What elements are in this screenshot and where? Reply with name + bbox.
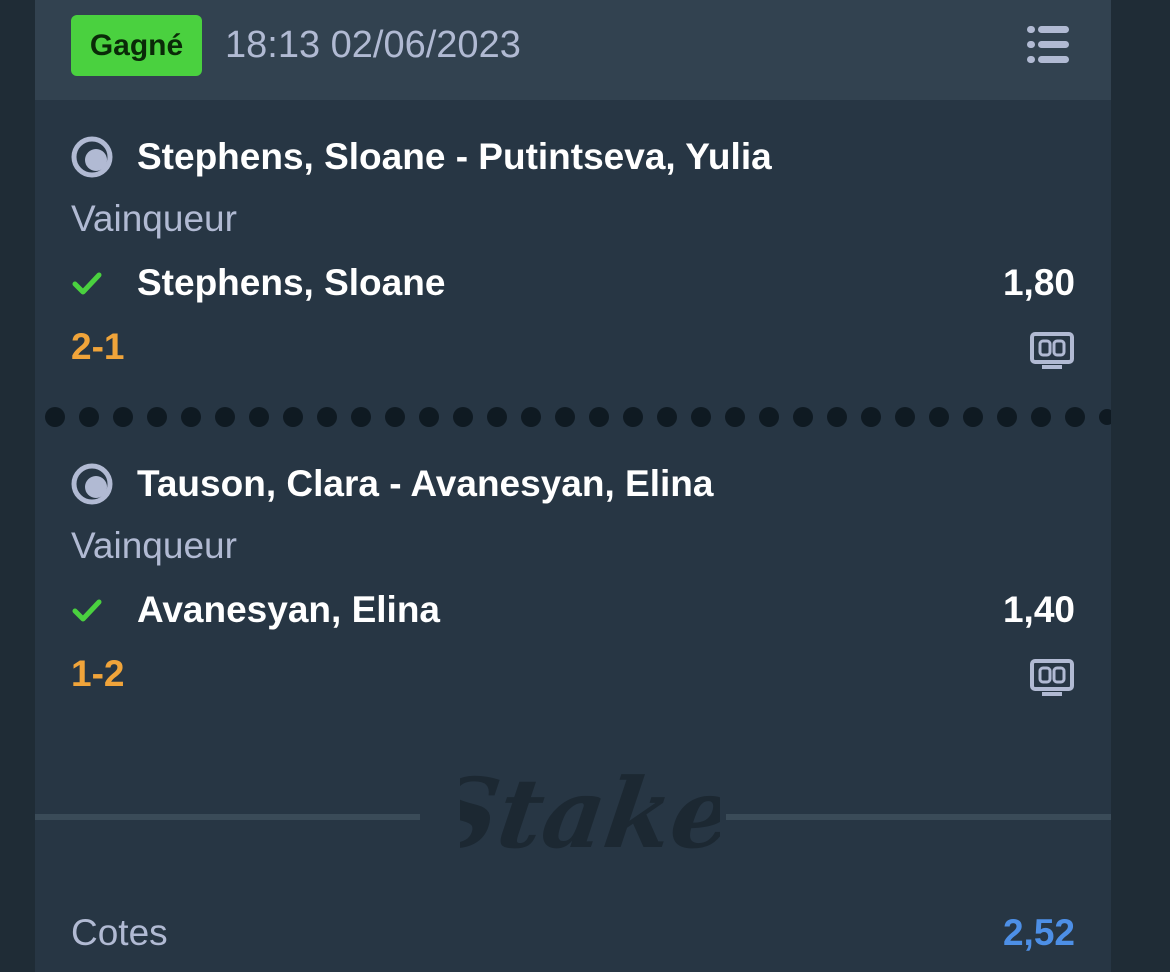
watermark-divider-left bbox=[35, 814, 420, 820]
bet-card: Gagné 18:13 02/06/2023 Stephens, Sloane … bbox=[35, 0, 1111, 972]
scoreboard-icon[interactable] bbox=[1030, 332, 1074, 372]
selection-separator bbox=[45, 407, 1111, 427]
tennis-ball-icon bbox=[71, 136, 113, 178]
selection-1-pick: Stephens, Sloane bbox=[137, 262, 446, 303]
stake-logo: Stake bbox=[460, 756, 720, 869]
bet-header: Gagné 18:13 02/06/2023 bbox=[35, 0, 1111, 100]
selection-2-odd: 1,40 bbox=[1002, 589, 1075, 630]
list-menu-icon[interactable] bbox=[1027, 26, 1075, 64]
selection-2-pick-row: Avanesyan, Elina 1,40 bbox=[71, 585, 1075, 635]
selection-2-match-name: Tauson, Clara - Avanesyan, Elina bbox=[137, 463, 714, 504]
scoreboard-icon[interactable] bbox=[1030, 659, 1074, 699]
selection-1-odd: 1,80 bbox=[1002, 262, 1075, 303]
selection-1-match-name: Stephens, Sloane - Putintseva, Yulia bbox=[137, 136, 772, 177]
selection-1-market: Vainqueur bbox=[71, 198, 237, 239]
selection-2-market: Vainqueur bbox=[71, 525, 237, 566]
bet-slip-screen: Gagné 18:13 02/06/2023 Stephens, Sloane … bbox=[0, 0, 1170, 972]
total-odds-value: 2,52 bbox=[1002, 912, 1075, 953]
selection-1-pick-row: Stephens, Sloane 1,80 bbox=[71, 258, 1075, 308]
bet-datetime: 18:13 02/06/2023 bbox=[225, 24, 521, 66]
svg-text:Stake: Stake bbox=[460, 756, 720, 869]
watermark-divider-right bbox=[726, 814, 1111, 820]
selection-1-score: 2-1 bbox=[71, 326, 125, 367]
selection-1-match-row[interactable]: Stephens, Sloane - Putintseva, Yulia bbox=[71, 132, 772, 182]
selection-2-pick: Avanesyan, Elina bbox=[137, 589, 440, 630]
check-icon bbox=[72, 599, 102, 622]
odds-label: Cotes bbox=[71, 912, 168, 953]
selection-2-match-row[interactable]: Tauson, Clara - Avanesyan, Elina bbox=[71, 459, 713, 509]
check-icon bbox=[72, 272, 102, 295]
tennis-ball-icon bbox=[71, 463, 113, 505]
status-badge: Gagné bbox=[71, 15, 202, 76]
selection-2-score: 1-2 bbox=[71, 653, 125, 694]
